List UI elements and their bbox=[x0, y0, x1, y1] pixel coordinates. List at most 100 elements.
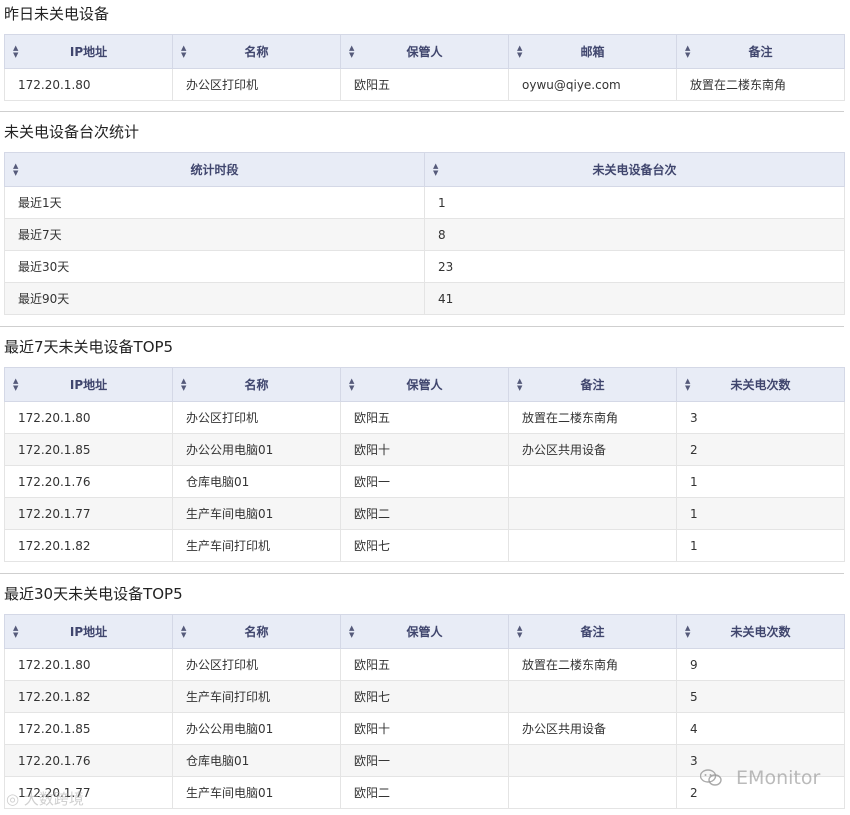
cell-keeper: 欧阳七 bbox=[340, 680, 509, 713]
table-row: 172.20.1.76 仓库电脑01 欧阳一 1 bbox=[4, 465, 845, 498]
cell-period: 最近30天 bbox=[4, 250, 425, 283]
table-row: 最近7天 8 bbox=[4, 218, 845, 251]
table-row: 最近90天 41 bbox=[4, 282, 845, 315]
column-header-ip[interactable]: ▲ ▼ IP地址 bbox=[4, 34, 173, 69]
table-row: 172.20.1.85 办公公用电脑01 欧阳十 办公区共用设备 2 bbox=[4, 433, 845, 466]
cell-keeper: 欧阳五 bbox=[340, 648, 509, 681]
section-title-top5-30days: 最近30天未关电设备TOP5 bbox=[4, 585, 183, 603]
table-row: 172.20.1.85 办公公用电脑01 欧阳十 办公区共用设备 4 bbox=[4, 712, 845, 745]
sort-updown-icon[interactable]: ▲ ▼ bbox=[517, 44, 522, 59]
cell-keeper: 欧阳五 bbox=[340, 401, 509, 434]
cell-off-count: 4 bbox=[676, 712, 845, 745]
cell-ip: 172.20.1.76 bbox=[4, 744, 173, 777]
sort-updown-icon[interactable]: ▲ ▼ bbox=[13, 624, 18, 639]
table-row: 172.20.1.82 生产车间打印机 欧阳七 5 bbox=[4, 680, 845, 713]
cell-note: 放置在二楼东南角 bbox=[508, 401, 677, 434]
cell-name: 办公公用电脑01 bbox=[172, 433, 341, 466]
section-divider bbox=[0, 111, 844, 112]
cell-note: 办公区共用设备 bbox=[508, 433, 677, 466]
cell-keeper: 欧阳一 bbox=[340, 465, 509, 498]
cell-note bbox=[508, 680, 677, 713]
cell-count: 1 bbox=[424, 186, 845, 219]
table-header-row: ▲ ▼ IP地址 ▲ ▼ 名称 ▲ ▼ 保管人 ▲ ▼ 备注 ▲ ▼ 未关电次数 bbox=[4, 367, 845, 402]
column-header-name[interactable]: ▲ ▼ 名称 bbox=[172, 614, 341, 649]
cell-off-count: 5 bbox=[676, 680, 845, 713]
column-header-email[interactable]: ▲ ▼ 邮箱 bbox=[508, 34, 677, 69]
cell-off-count: 2 bbox=[676, 433, 845, 466]
sort-updown-icon[interactable]: ▲ ▼ bbox=[517, 377, 522, 392]
cell-keeper: 欧阳五 bbox=[340, 68, 509, 101]
watermark-right: EMonitor bbox=[700, 767, 820, 789]
sort-updown-icon[interactable]: ▲ ▼ bbox=[685, 377, 690, 392]
sort-updown-icon[interactable]: ▲ ▼ bbox=[13, 44, 18, 59]
cell-ip: 172.20.1.80 bbox=[4, 68, 173, 101]
watermark-right-text: EMonitor bbox=[736, 767, 821, 789]
sort-updown-icon[interactable]: ▲ ▼ bbox=[181, 624, 186, 639]
table-row: 172.20.1.80 办公区打印机 欧阳五 放置在二楼东南角 9 bbox=[4, 648, 845, 681]
column-header-ip[interactable]: ▲ ▼ IP地址 bbox=[4, 367, 173, 402]
table-row: 172.20.1.80 办公区打印机 欧阳五 oywu@qiye.com 放置在… bbox=[4, 68, 845, 101]
sort-updown-icon[interactable]: ▲ ▼ bbox=[349, 377, 354, 392]
cell-name: 生产车间电脑01 bbox=[172, 497, 341, 530]
table-row: 172.20.1.80 办公区打印机 欧阳五 放置在二楼东南角 3 bbox=[4, 401, 845, 434]
sort-updown-icon[interactable]: ▲ ▼ bbox=[685, 44, 690, 59]
cell-off-count: 3 bbox=[676, 401, 845, 434]
section-title-yesterday: 昨日未关电设备 bbox=[4, 5, 110, 23]
column-header-off-count[interactable]: ▲ ▼ 未关电次数 bbox=[676, 614, 845, 649]
sort-updown-icon[interactable]: ▲ ▼ bbox=[349, 624, 354, 639]
cell-note bbox=[508, 529, 677, 562]
sort-updown-icon[interactable]: ▲ ▼ bbox=[181, 44, 186, 59]
sort-updown-icon[interactable]: ▲ ▼ bbox=[685, 624, 690, 639]
table-yesterday: ▲ ▼ IP地址 ▲ ▼ 名称 ▲ ▼ 保管人 ▲ ▼ 邮箱 ▲ ▼ 备注 172.20.1.80 … bbox=[4, 34, 845, 101]
cell-name: 办公区打印机 bbox=[172, 648, 341, 681]
column-header-ip[interactable]: ▲ ▼ IP地址 bbox=[4, 614, 173, 649]
cell-count: 41 bbox=[424, 282, 845, 315]
cell-name: 办公区打印机 bbox=[172, 401, 341, 434]
cell-ip: 172.20.1.80 bbox=[4, 648, 173, 681]
sort-updown-icon[interactable]: ▲ ▼ bbox=[433, 162, 438, 177]
cell-note bbox=[508, 744, 677, 777]
cell-keeper: 欧阳二 bbox=[340, 776, 509, 809]
sort-updown-icon[interactable]: ▲ ▼ bbox=[181, 377, 186, 392]
sort-updown-icon[interactable]: ▲ ▼ bbox=[13, 162, 18, 177]
table-row: 172.20.1.82 生产车间打印机 欧阳七 1 bbox=[4, 529, 845, 562]
sort-updown-icon[interactable]: ▲ ▼ bbox=[517, 624, 522, 639]
table-row: 最近30天 23 bbox=[4, 250, 845, 283]
column-header-note[interactable]: ▲ ▼ 备注 bbox=[508, 614, 677, 649]
section-divider bbox=[0, 573, 844, 574]
table-row: 最近1天 1 bbox=[4, 186, 845, 219]
cell-note: 放置在二楼东南角 bbox=[676, 68, 845, 101]
cell-off-count: 1 bbox=[676, 529, 845, 562]
cell-ip: 172.20.1.85 bbox=[4, 712, 173, 745]
cell-keeper: 欧阳一 bbox=[340, 744, 509, 777]
cell-note bbox=[508, 497, 677, 530]
cell-off-count: 1 bbox=[676, 497, 845, 530]
column-header-keeper[interactable]: ▲ ▼ 保管人 bbox=[340, 367, 509, 402]
cell-name: 生产车间打印机 bbox=[172, 680, 341, 713]
cell-ip: 172.20.1.80 bbox=[4, 401, 173, 434]
table-row: 172.20.1.77 生产车间电脑01 欧阳二 1 bbox=[4, 497, 845, 530]
column-header-count[interactable]: ▲ ▼ 未关电设备台次 bbox=[424, 152, 845, 187]
sort-updown-icon[interactable]: ▲ ▼ bbox=[13, 377, 18, 392]
column-header-note[interactable]: ▲ ▼ 备注 bbox=[508, 367, 677, 402]
cell-keeper: 欧阳七 bbox=[340, 529, 509, 562]
column-header-note[interactable]: ▲ ▼ 备注 bbox=[676, 34, 845, 69]
cell-name: 仓库电脑01 bbox=[172, 744, 341, 777]
table-header-row: ▲ ▼ 统计时段 ▲ ▼ 未关电设备台次 bbox=[4, 152, 845, 187]
cell-off-count: 1 bbox=[676, 465, 845, 498]
column-header-keeper[interactable]: ▲ ▼ 保管人 bbox=[340, 614, 509, 649]
cell-name: 生产车间电脑01 bbox=[172, 776, 341, 809]
column-header-name[interactable]: ▲ ▼ 名称 bbox=[172, 367, 341, 402]
column-header-name[interactable]: ▲ ▼ 名称 bbox=[172, 34, 341, 69]
cell-keeper: 欧阳十 bbox=[340, 712, 509, 745]
cell-ip: 172.20.1.82 bbox=[4, 529, 173, 562]
section-title-stats: 未关电设备台次统计 bbox=[4, 123, 140, 141]
column-header-keeper[interactable]: ▲ ▼ 保管人 bbox=[340, 34, 509, 69]
sort-updown-icon[interactable]: ▲ ▼ bbox=[349, 44, 354, 59]
table-header-row: ▲ ▼ IP地址 ▲ ▼ 名称 ▲ ▼ 保管人 ▲ ▼ 邮箱 ▲ ▼ 备注 bbox=[4, 34, 845, 69]
cell-note bbox=[508, 465, 677, 498]
column-header-period[interactable]: ▲ ▼ 统计时段 bbox=[4, 152, 425, 187]
table-top5-7days: ▲ ▼ IP地址 ▲ ▼ 名称 ▲ ▼ 保管人 ▲ ▼ 备注 ▲ ▼ 未关电次数 172.20.1.… bbox=[4, 367, 845, 562]
cell-keeper: 欧阳二 bbox=[340, 497, 509, 530]
column-header-off-count[interactable]: ▲ ▼ 未关电次数 bbox=[676, 367, 845, 402]
